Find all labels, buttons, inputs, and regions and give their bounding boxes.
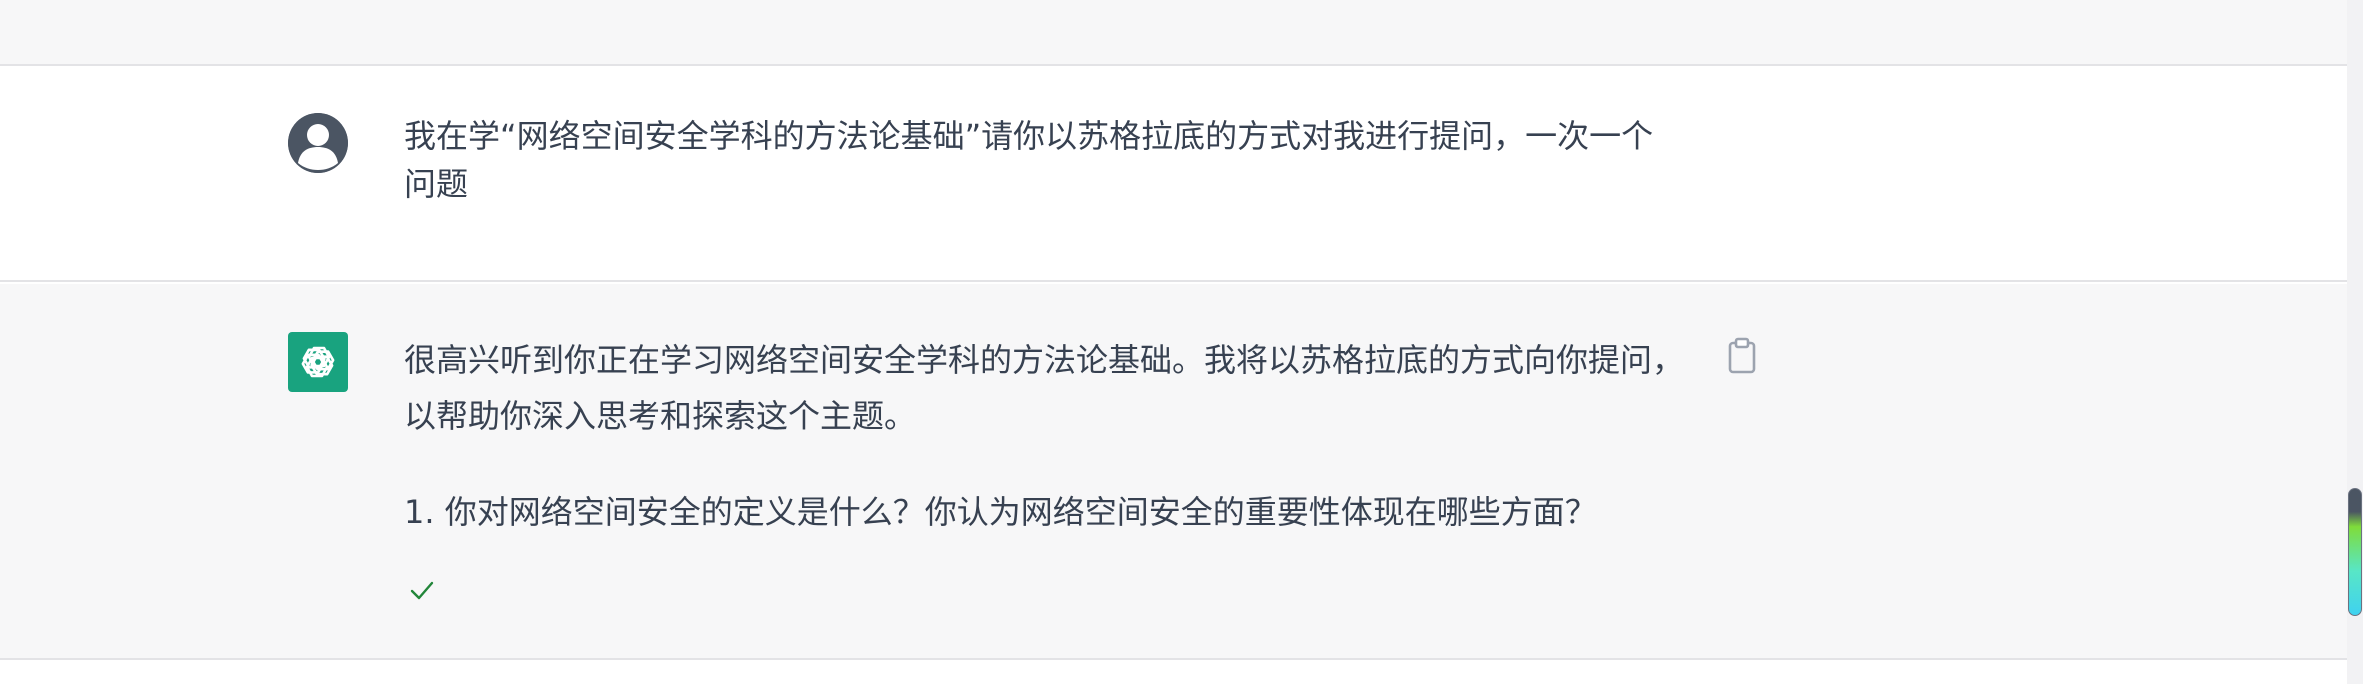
previous-message-strip [0, 0, 2347, 66]
checkmark-icon [410, 581, 434, 600]
clipboard-icon[interactable] [1724, 336, 1760, 376]
assistant-avatar [288, 332, 348, 392]
chat-viewport: 我在学“网络空间安全学科的方法论基础”请你以苏格拉底的方式对我进行提问，一次一个… [0, 0, 2363, 684]
assistant-message-text: 很高兴听到你正在学习网络空间安全学科的方法论基础。我将以苏格拉底的方式向你提问，… [404, 332, 1684, 540]
scrollbar[interactable] [2347, 0, 2363, 684]
scrollbar-thumb[interactable] [2348, 488, 2362, 616]
user-message-text: 我在学“网络空间安全学科的方法论基础”请你以苏格拉底的方式对我进行提问，一次一个… [404, 117, 1654, 203]
user-silhouette-icon [288, 113, 348, 173]
openai-logo-icon [301, 346, 335, 378]
user-message-row: 我在学“网络空间安全学科的方法论基础”请你以苏格拉底的方式对我进行提问，一次一个… [0, 66, 2347, 282]
user-avatar [288, 113, 348, 173]
assistant-paragraph: 很高兴听到你正在学习网络空间安全学科的方法论基础。我将以苏格拉底的方式向你提问，… [404, 341, 1685, 435]
assistant-message-row: 很高兴听到你正在学习网络空间安全学科的方法论基础。我将以苏格拉底的方式向你提问，… [0, 284, 2347, 660]
assistant-question: 1. 你对网络空间安全的定义是什么？你认为网络空间安全的重要性体现在哪些方面？ [404, 493, 1597, 531]
